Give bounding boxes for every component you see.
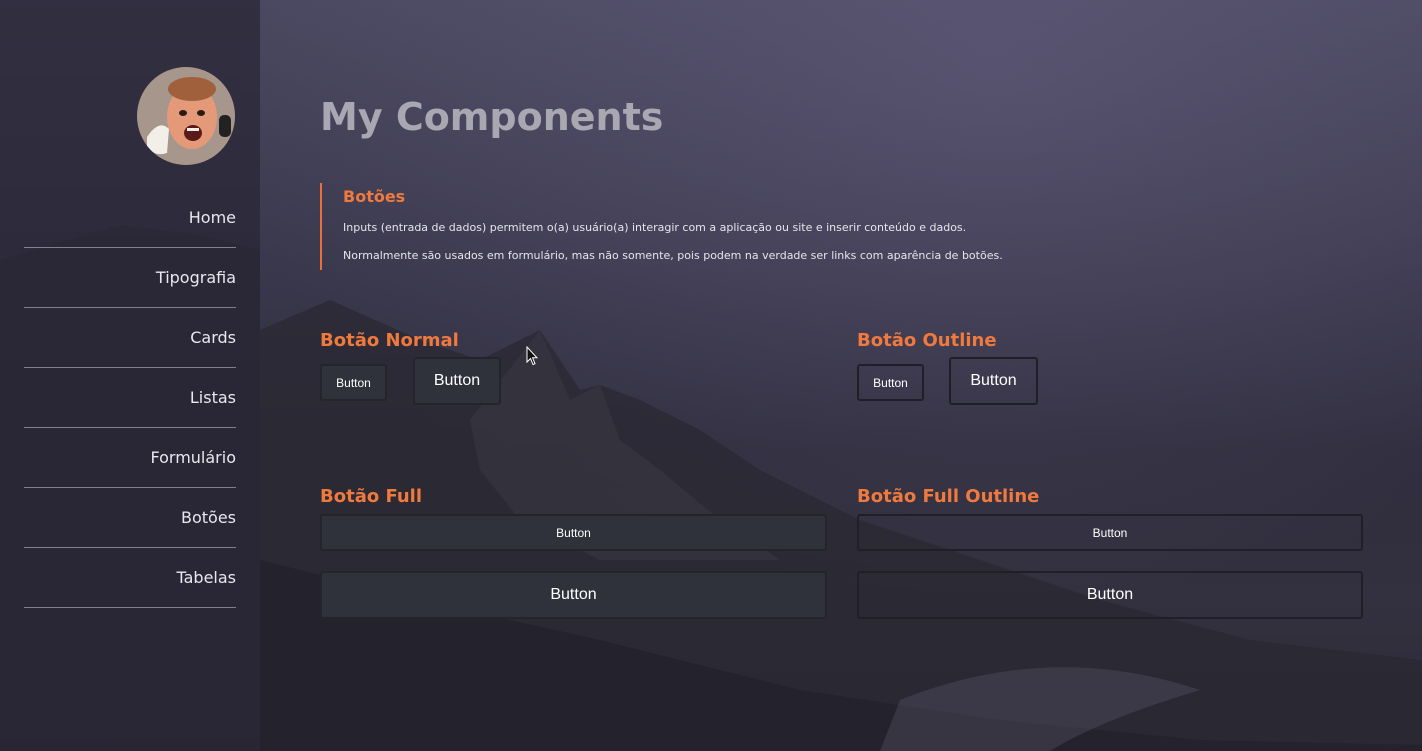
full-outline-small-button[interactable]: Button (857, 514, 1363, 551)
sidebar-item-formulario[interactable]: Formulário (24, 428, 236, 488)
sidebar-item-cards[interactable]: Cards (24, 308, 236, 368)
avatar[interactable] (137, 67, 235, 165)
sidebar: Home Tipografia Cards Listas Formulário … (0, 0, 260, 751)
sidebar-item-listas[interactable]: Listas (24, 368, 236, 428)
outline-large-button[interactable]: Button (949, 357, 1038, 405)
sidebar-item-tabelas[interactable]: Tabelas (24, 548, 236, 608)
sidebar-nav: Home Tipografia Cards Listas Formulário … (24, 188, 236, 608)
sidebar-item-label[interactable]: Tabelas (176, 568, 236, 587)
section-title-outline: Botão Outline (857, 330, 997, 351)
sidebar-item-label[interactable]: Formulário (150, 448, 236, 467)
mouse-cursor-icon (526, 346, 538, 366)
sidebar-item-label[interactable]: Listas (190, 388, 236, 407)
avatar-image (137, 67, 235, 165)
sidebar-item-label[interactable]: Home (189, 208, 236, 227)
callout-heading: Botões (343, 187, 406, 206)
full-small-button[interactable]: Button (320, 514, 827, 551)
full-outline-large-button[interactable]: Button (857, 571, 1363, 619)
sidebar-item-botoes[interactable]: Botões (24, 488, 236, 548)
section-title-full-outline: Botão Full Outline (857, 486, 1040, 507)
full-large-button[interactable]: Button (320, 571, 827, 619)
section-title-normal: Botão Normal (320, 330, 459, 351)
sidebar-item-label[interactable]: Tipografia (156, 268, 236, 287)
sidebar-item-label[interactable]: Botões (181, 508, 236, 527)
section-title-full: Botão Full (320, 486, 423, 507)
outline-small-button[interactable]: Button (857, 364, 924, 401)
page-title: My Components (320, 95, 664, 139)
sidebar-item-tipografia[interactable]: Tipografia (24, 248, 236, 308)
normal-small-button[interactable]: Button (320, 364, 387, 401)
intro-callout: Botões Inputs (entrada de dados) permite… (320, 183, 1040, 270)
normal-large-button[interactable]: Button (413, 357, 501, 405)
callout-paragraph: Inputs (entrada de dados) permitem o(a) … (343, 221, 967, 234)
sidebar-item-label[interactable]: Cards (190, 328, 236, 347)
callout-paragraph: Normalmente são usados em formulário, ma… (343, 249, 1003, 262)
sidebar-item-home[interactable]: Home (24, 188, 236, 248)
